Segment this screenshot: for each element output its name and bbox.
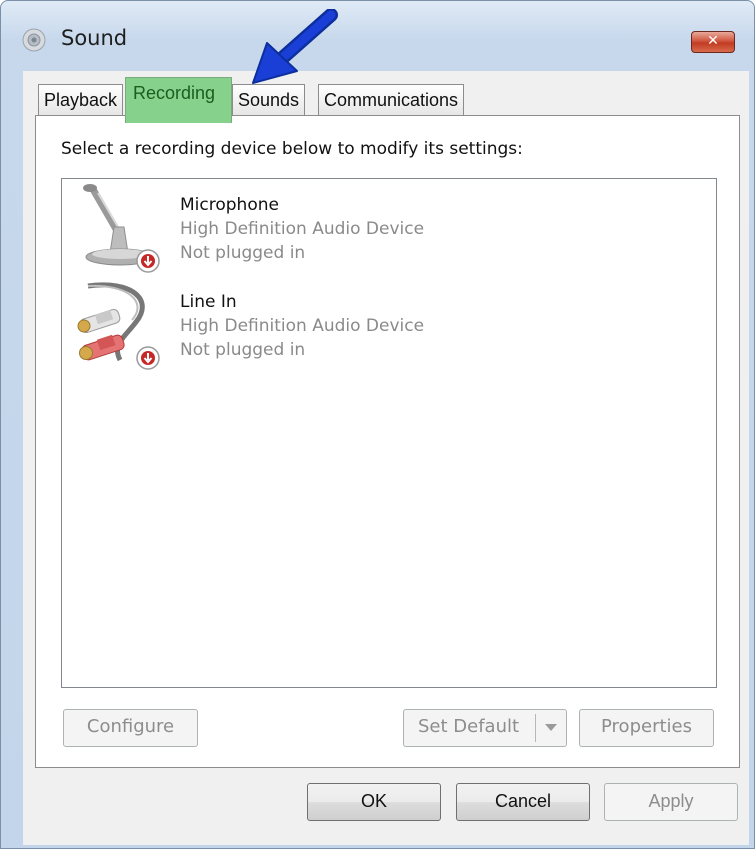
set-default-label: Set Default <box>418 716 520 737</box>
microphone-icon <box>83 184 160 273</box>
recording-tab-panel: Select a recording device below to modif… <box>35 115 740 768</box>
apply-button[interactable]: Apply <box>604 783 738 821</box>
chevron-down-icon[interactable] <box>535 714 566 742</box>
tab-communications[interactable]: Communications <box>318 84 465 116</box>
configure-button[interactable]: Configure <box>63 709 198 747</box>
speaker-icon <box>22 28 46 52</box>
ok-button[interactable]: OK <box>307 783 441 821</box>
window-title: Sound <box>61 26 128 50</box>
title-bar[interactable]: Sound ✕ <box>1 1 754 71</box>
device-status: Not plugged in <box>180 243 306 263</box>
device-line-in[interactable]: Line In High Definition Audio Device Not… <box>72 280 702 375</box>
device-status: Not plugged in <box>180 340 306 360</box>
device-microphone[interactable]: Microphone High Definition Audio Device … <box>72 183 702 278</box>
device-list[interactable]: Microphone High Definition Audio Device … <box>61 178 717 688</box>
set-default-split-button[interactable]: Set Default <box>403 709 567 747</box>
device-name: Line In <box>180 292 237 312</box>
device-description: High Definition Audio Device <box>180 316 425 336</box>
device-description: High Definition Audio Device <box>180 219 425 239</box>
cancel-button[interactable]: Cancel <box>456 783 590 821</box>
sound-dialog: Sound ✕ Playback Recording Sounds Commun… <box>0 0 755 849</box>
close-button[interactable]: ✕ <box>691 31 735 53</box>
properties-button[interactable]: Properties <box>579 709 714 747</box>
device-name: Microphone <box>180 195 279 215</box>
tab-playback[interactable]: Playback <box>38 84 124 116</box>
instructions-text: Select a recording device below to modif… <box>61 139 523 159</box>
tab-recording[interactable]: Recording <box>125 77 232 123</box>
annotation-arrow-icon <box>252 9 338 84</box>
line-in-cable-icon <box>77 282 160 370</box>
dialog-client-area: Playback Recording Sounds Communications… <box>23 71 749 845</box>
